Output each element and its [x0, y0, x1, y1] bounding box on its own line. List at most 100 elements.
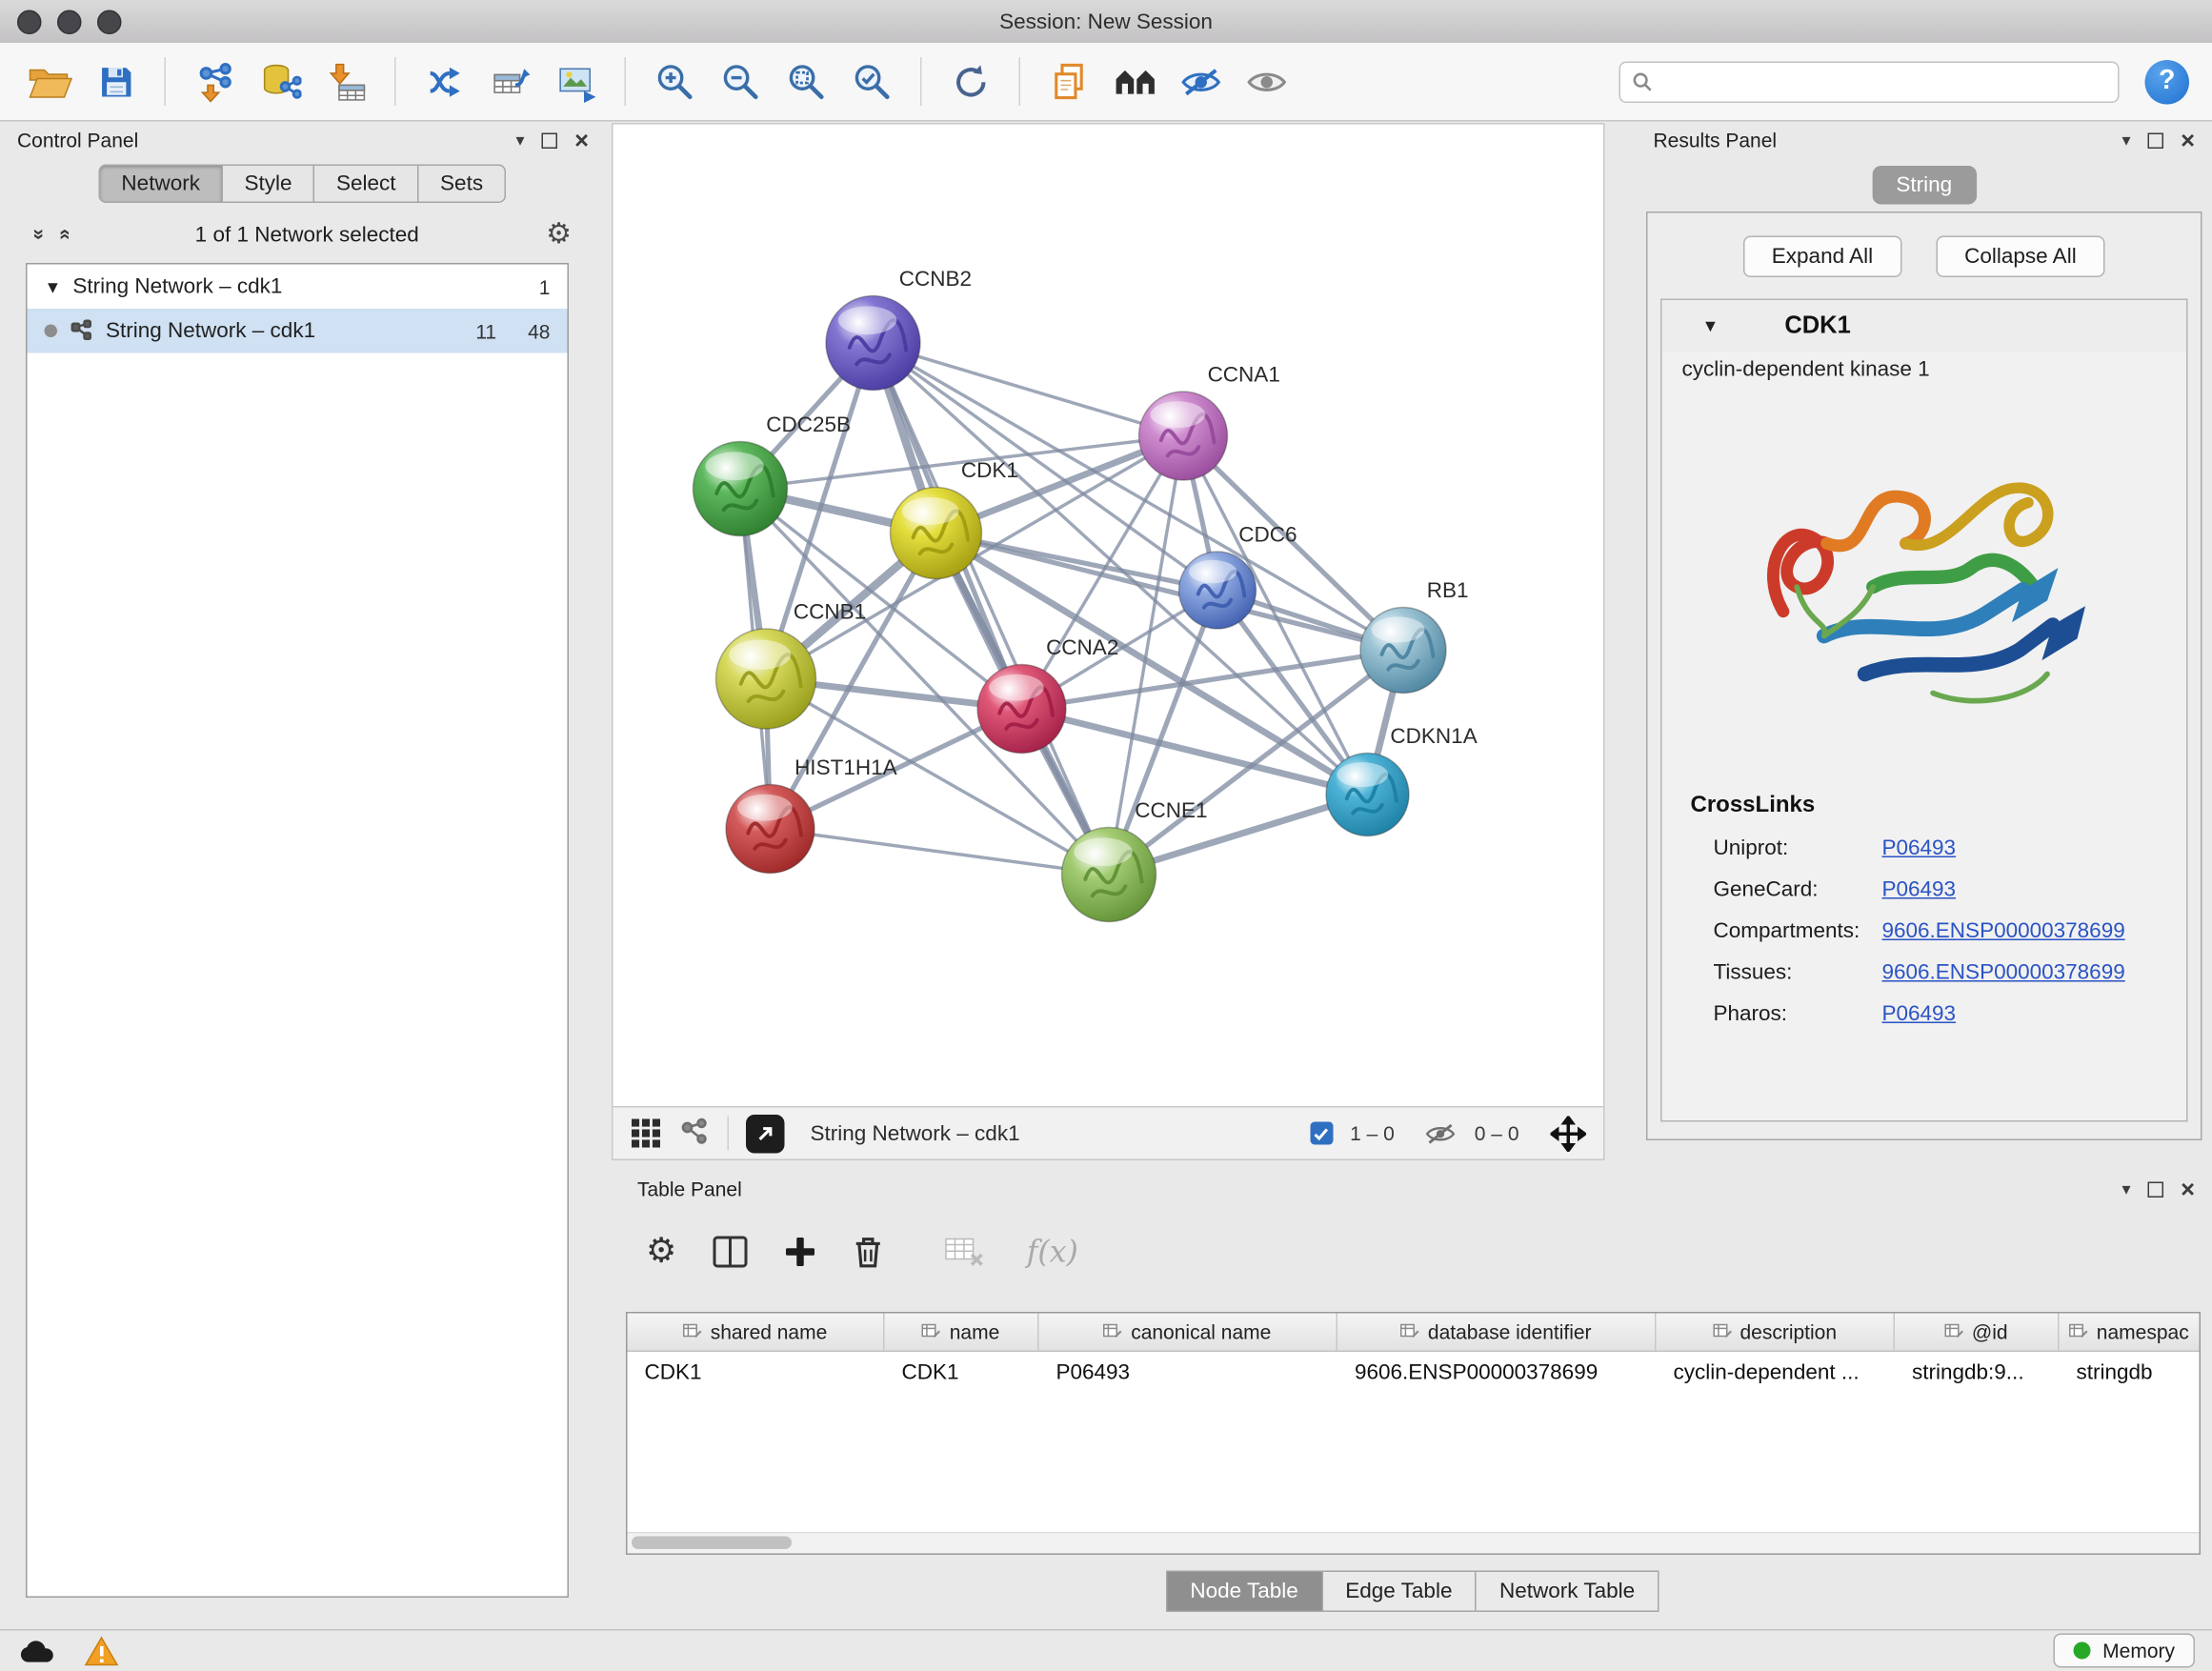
maximize-window-button[interactable] [97, 10, 122, 35]
cell-database-identifier[interactable]: 9606.ENSP00000378699 [1337, 1352, 1657, 1392]
panel-menu-icon[interactable]: ▾ [2122, 131, 2131, 149]
column-header-shared-name[interactable]: shared name [628, 1314, 885, 1351]
grid-view-icon[interactable] [631, 1117, 662, 1149]
tab-network[interactable]: Network [98, 165, 223, 204]
zoom-fit-content-button[interactable] [776, 51, 836, 111]
refresh-view-button[interactable] [940, 51, 1000, 111]
selected-checkbox-icon[interactable] [1310, 1122, 1333, 1145]
cell-id[interactable]: stringdb:9... [1895, 1352, 2060, 1392]
close-panel-icon[interactable]: × [2181, 128, 2195, 152]
expand-all-icon[interactable]: » [51, 229, 74, 240]
gene-card-header[interactable]: ▼ CDK1 [1662, 300, 2187, 352]
cloud-status-icon[interactable] [17, 1637, 56, 1664]
network-node-cdc6[interactable] [1179, 552, 1257, 629]
export-image-button[interactable] [546, 51, 606, 111]
collapse-all-button[interactable]: Collapse All [1936, 236, 2105, 278]
float-panel-icon[interactable] [542, 132, 558, 149]
network-node-hist1h1a[interactable] [726, 785, 814, 874]
function-builder-button[interactable]: f(x) [1027, 1235, 1078, 1269]
network-node-cdc25b[interactable] [694, 442, 788, 536]
column-header-description[interactable]: description [1657, 1314, 1896, 1351]
show-columns-button[interactable] [711, 1235, 748, 1269]
network-node-ccnb1[interactable] [716, 629, 816, 729]
crosslink-genecard-link[interactable]: P06493 [1882, 877, 1957, 902]
panel-menu-icon[interactable]: ▾ [2122, 1180, 2131, 1198]
minimize-window-button[interactable] [57, 10, 82, 35]
network-edge[interactable] [771, 829, 1110, 875]
tab-edge-table[interactable]: Edge Table [1321, 1571, 1477, 1613]
network-node-cdkn1a[interactable] [1326, 754, 1409, 836]
help-button[interactable]: ? [2145, 59, 2190, 104]
new-network-button[interactable] [414, 51, 474, 111]
cell-name[interactable]: CDK1 [885, 1352, 1039, 1392]
search-text-field[interactable] [1662, 69, 2107, 94]
panel-menu-icon[interactable]: ▾ [516, 131, 525, 149]
tab-style[interactable]: Style [221, 165, 314, 204]
crosslink-tissues-link[interactable]: 9606.ENSP00000378699 [1882, 960, 2125, 985]
crosslink-uniprot-link[interactable]: P06493 [1882, 836, 1957, 861]
cell-canonical-name[interactable]: P06493 [1039, 1352, 1338, 1392]
network-node-ccne1[interactable] [1062, 828, 1156, 922]
hidden-eye-slash-icon[interactable] [1423, 1121, 1458, 1146]
zoom-out-button[interactable] [711, 51, 771, 111]
tab-network-table[interactable]: Network Table [1475, 1571, 1659, 1613]
network-graph[interactable]: CCNB2CCNA1CDC25BCDK1CDC6RB1CCNB1CCNA2CDK… [613, 125, 1604, 1107]
network-node-ccnb2[interactable] [826, 296, 920, 391]
network-edge[interactable] [936, 534, 1404, 651]
close-panel-icon[interactable]: × [2181, 1177, 2195, 1201]
zoom-in-button[interactable] [645, 51, 705, 111]
column-header-namespace[interactable]: namespac [2060, 1314, 2200, 1351]
cell-namespace[interactable]: stringdb [2060, 1352, 2200, 1392]
tab-select[interactable]: Select [313, 165, 419, 204]
show-all-button[interactable] [1237, 51, 1297, 111]
network-node-ccna1[interactable] [1139, 392, 1228, 480]
horizontal-scrollbar[interactable] [628, 1532, 2200, 1554]
collapse-triangle-icon[interactable]: ▼ [45, 276, 62, 296]
network-collection-row[interactable]: ▼ String Network – cdk1 1 [28, 265, 568, 310]
network-edge[interactable] [874, 343, 1110, 875]
collapse-triangle-icon[interactable]: ▼ [1702, 316, 1719, 336]
import-network-from-database-button[interactable] [251, 51, 311, 111]
save-session-button[interactable] [86, 51, 146, 111]
network-row[interactable]: String Network – cdk1 11 48 [28, 309, 568, 353]
column-header-name[interactable]: name [885, 1314, 1039, 1351]
pan-crosshair-icon[interactable] [1551, 1116, 1587, 1152]
float-panel-icon[interactable] [2148, 1181, 2164, 1198]
cell-description[interactable]: cyclin-dependent ... [1657, 1352, 1896, 1392]
open-session-button[interactable] [20, 51, 80, 111]
delete-column-button[interactable] [851, 1234, 884, 1270]
zoom-selected-button[interactable] [842, 51, 902, 111]
copy-document-button[interactable] [1039, 51, 1099, 111]
hide-selected-button[interactable] [1171, 51, 1231, 111]
import-network-from-file-button[interactable] [185, 51, 245, 111]
column-header-id[interactable]: @id [1895, 1314, 2060, 1351]
detach-view-button[interactable] [746, 1114, 785, 1153]
import-table-from-file-button[interactable] [316, 51, 376, 111]
table-settings-button[interactable]: ⚙ [646, 1235, 676, 1269]
crosslink-pharos-link[interactable]: P06493 [1882, 1002, 1957, 1027]
memory-button[interactable]: Memory [2054, 1634, 2195, 1668]
cell-shared-name[interactable]: CDK1 [628, 1352, 885, 1392]
network-edge[interactable] [874, 343, 1184, 436]
string-results-tab[interactable]: String [1872, 166, 1977, 205]
delete-table-button[interactable] [944, 1237, 984, 1268]
float-panel-icon[interactable] [2148, 132, 2164, 149]
network-options-gear-icon[interactable]: ⚙ [546, 220, 572, 249]
export-table-button[interactable] [480, 51, 540, 111]
search-input[interactable] [1619, 61, 2120, 103]
collapse-all-icon[interactable]: » [29, 229, 51, 240]
column-header-canonical-name[interactable]: canonical name [1039, 1314, 1338, 1351]
table-row[interactable]: CDK1 CDK1 P06493 9606.ENSP00000378699 cy… [628, 1352, 2200, 1392]
network-node-ccna2[interactable] [977, 665, 1066, 754]
close-window-button[interactable] [17, 10, 42, 35]
crosslink-compartments-link[interactable]: 9606.ENSP00000378699 [1882, 919, 2125, 944]
network-node-cdk1[interactable] [891, 488, 982, 579]
tab-node-table[interactable]: Node Table [1166, 1571, 1322, 1613]
column-header-database-identifier[interactable]: database identifier [1337, 1314, 1657, 1351]
network-overview-icon[interactable] [679, 1117, 711, 1149]
close-panel-icon[interactable]: × [574, 128, 589, 152]
network-node-rb1[interactable] [1360, 608, 1446, 694]
scrollbar-thumb[interactable] [632, 1537, 792, 1550]
warning-icon[interactable] [85, 1636, 119, 1666]
first-neighbors-button[interactable] [1105, 51, 1165, 111]
